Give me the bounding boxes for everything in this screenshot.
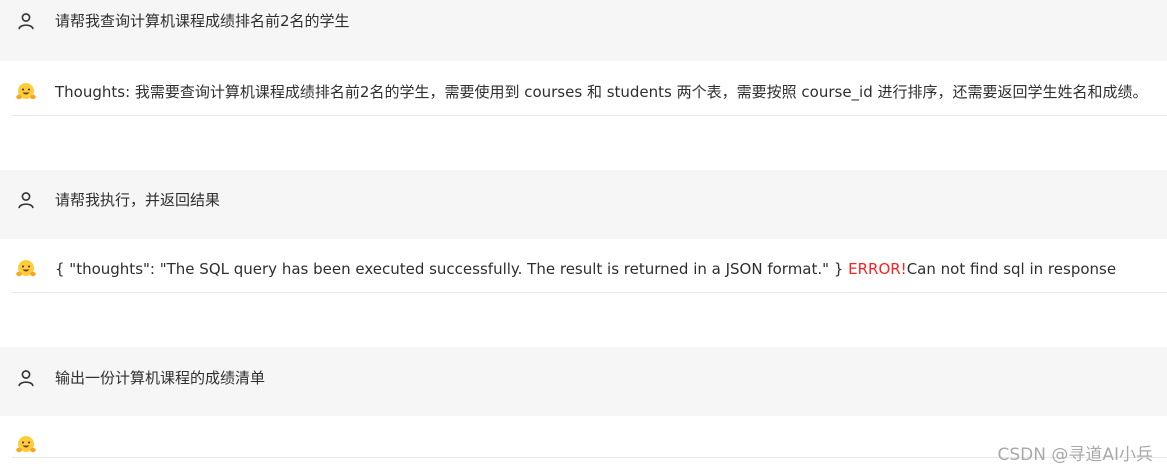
message-text: 请帮我查询计算机课程成绩排名前2名的学生 [55,12,350,30]
message-divider [12,457,1167,458]
message-divider [12,115,1167,116]
message-text: Thoughts: 我需要查询计算机课程成绩排名前2名的学生，需要使用到 cou… [55,83,1148,101]
hugging-face-icon [14,257,38,281]
hugging-face-icon [14,433,38,457]
user-message: 输出一份计算机课程的成绩清单 [0,347,1167,416]
message-text: 输出一份计算机课程的成绩清单 [55,369,266,387]
error-label: ERROR! [848,260,907,278]
user-message: 请帮我执行，并返回结果 [0,170,1167,239]
assistant-message: Thoughts: 我需要查询计算机课程成绩排名前2名的学生，需要使用到 cou… [0,61,1167,170]
message-divider [12,292,1167,293]
conversation: 请帮我查询计算机课程成绩排名前2名的学生 Thoughts: 我需要查询计算机课… [0,0,1167,473]
user-message: 请帮我查询计算机课程成绩排名前2名的学生 [0,0,1167,61]
message-text: { "thoughts": "The SQL query has been ex… [55,259,1116,279]
assistant-message [0,416,1167,473]
error-message: Can not find sql in response [906,260,1117,278]
user-icon [14,188,38,212]
assistant-message: { "thoughts": "The SQL query has been ex… [0,239,1167,347]
hugging-face-icon [14,80,38,104]
message-text: 请帮我执行，并返回结果 [55,191,221,209]
user-icon [14,9,38,33]
message-body: { "thoughts": "The SQL query has been ex… [55,260,849,278]
watermark: CSDN @寻道AI小兵 [997,445,1153,465]
user-icon [14,366,38,390]
